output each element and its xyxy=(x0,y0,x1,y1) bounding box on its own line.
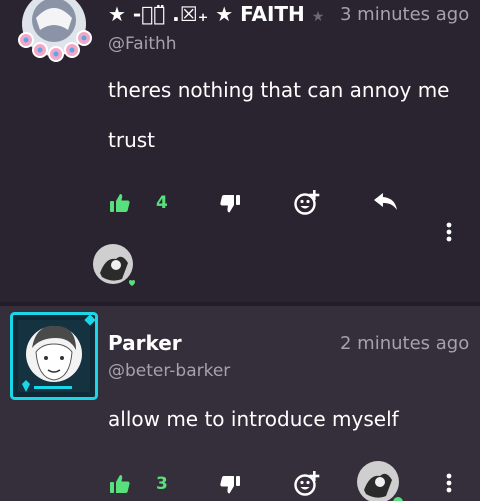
like-count: 3 xyxy=(156,474,168,494)
comment-timestamp: 2 minutes ago xyxy=(340,333,470,354)
add-reaction-icon[interactable] xyxy=(294,189,322,217)
comment-timestamp: 3 minutes ago xyxy=(340,4,470,25)
comment-text-line: theres nothing that can annoy me xyxy=(108,78,450,102)
comment-faith: ★ -⃝⃝̈ .☒₊ ★ FAITH ★ 3 minutes ago @Fait… xyxy=(0,0,480,302)
more-vertical-icon[interactable] xyxy=(446,473,452,493)
avatar-parker[interactable] xyxy=(10,312,98,400)
thumbs-down-icon[interactable] xyxy=(220,195,240,213)
thumbs-up-icon[interactable] xyxy=(110,193,130,213)
comment-parker: Parker 2 minutes ago @beter-barker allow… xyxy=(0,306,480,501)
author-name[interactable]: ★ -⃝⃝̈ .☒₊ ★ FAITH ★ xyxy=(108,2,324,26)
reply-avatar[interactable] xyxy=(356,458,404,501)
more-vertical-icon[interactable] xyxy=(446,222,452,242)
thumbs-up-icon[interactable] xyxy=(110,474,130,494)
avatar-faith[interactable] xyxy=(14,0,94,70)
reply-avatar[interactable] xyxy=(92,243,140,291)
add-reaction-icon[interactable] xyxy=(294,470,322,498)
comment-text-line: trust xyxy=(108,128,156,152)
author-handle[interactable]: @Faithh xyxy=(108,34,177,54)
like-count: 4 xyxy=(156,193,168,213)
comment-feed: ★ -⃝⃝̈ .☒₊ ★ FAITH ★ 3 minutes ago @Fait… xyxy=(0,0,480,501)
thumbs-down-icon[interactable] xyxy=(220,476,240,494)
comment-text-line: allow me to introduce myself xyxy=(108,407,399,431)
author-name[interactable]: Parker xyxy=(108,331,182,355)
reply-arrow-icon[interactable] xyxy=(374,193,398,211)
author-handle[interactable]: @beter-barker xyxy=(108,361,230,381)
